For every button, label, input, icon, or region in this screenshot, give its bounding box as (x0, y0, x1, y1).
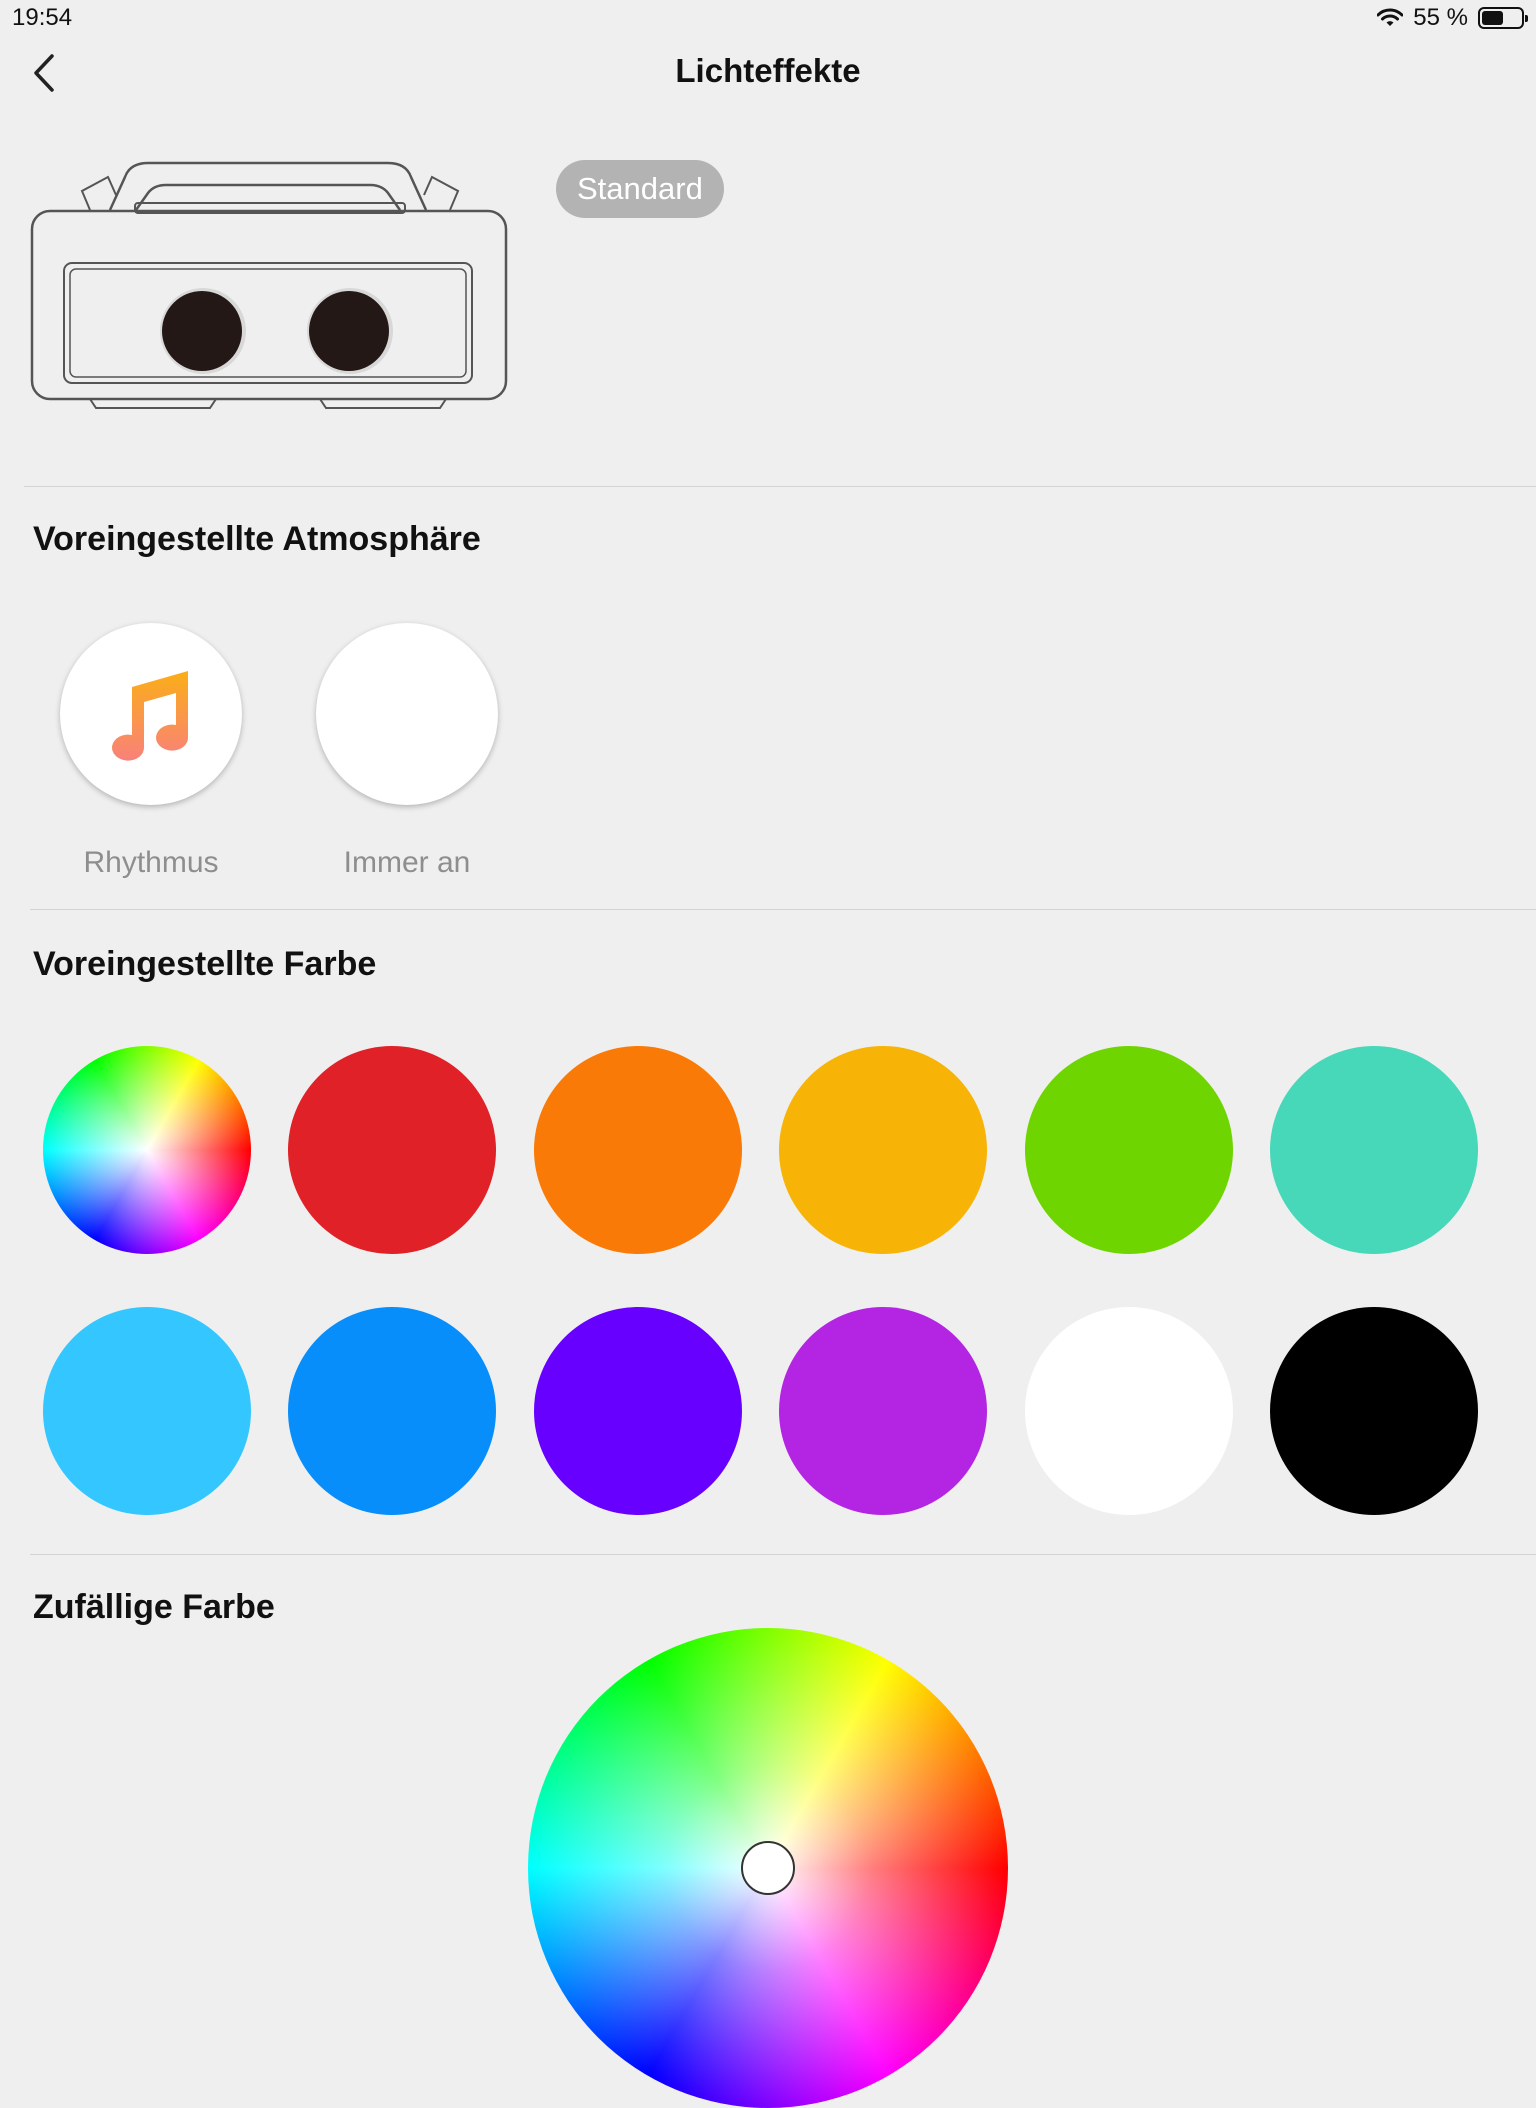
page-title: Lichteffekte (675, 52, 861, 89)
atmosphere-section-title: Voreingestellte Atmosphäre (33, 520, 481, 558)
random-color-section-title: Zufällige Farbe (33, 1588, 275, 1626)
speaker-light-left-core (162, 291, 242, 371)
preset-color-swatch[interactable] (1025, 1307, 1233, 1515)
divider (30, 909, 1536, 910)
preset-color-swatch[interactable] (288, 1046, 496, 1254)
preset-color-swatch[interactable] (1270, 1307, 1478, 1515)
speaker-illustration (30, 161, 508, 409)
preset-color-swatch[interactable] (43, 1307, 251, 1515)
preset-color-swatch[interactable] (534, 1307, 742, 1515)
atmosphere-rhythm-label: Rhythmus (83, 846, 219, 879)
battery-percent: 55 % (1413, 4, 1468, 31)
preset-color-section-title: Voreingestellte Farbe (33, 945, 377, 983)
preset-color-wheel-swatch[interactable] (43, 1046, 251, 1254)
status-time: 19:54 (12, 4, 73, 31)
atmosphere-always-on-button[interactable] (316, 623, 498, 805)
mode-badge[interactable]: Standard (556, 160, 724, 218)
speaker-light-right-core (309, 291, 389, 371)
preset-color-swatch[interactable] (534, 1046, 742, 1254)
color-wheel-handle[interactable] (741, 1841, 795, 1895)
status-indicators: 55 % (1377, 4, 1528, 32)
divider (30, 1554, 1536, 1555)
atmosphere-always-on-label: Immer an (343, 846, 471, 879)
battery-icon (1478, 7, 1528, 29)
atmosphere-rhythm-button[interactable] (60, 623, 242, 805)
preset-color-swatch[interactable] (779, 1307, 987, 1515)
wifi-icon (1377, 8, 1404, 26)
battery-level (1482, 11, 1503, 25)
preset-color-swatch[interactable] (1270, 1046, 1478, 1254)
preset-color-swatch[interactable] (288, 1307, 496, 1515)
divider (24, 486, 1536, 487)
preset-color-swatch[interactable] (779, 1046, 987, 1254)
music-note-icon (112, 671, 189, 761)
preset-color-swatch[interactable] (1025, 1046, 1233, 1254)
